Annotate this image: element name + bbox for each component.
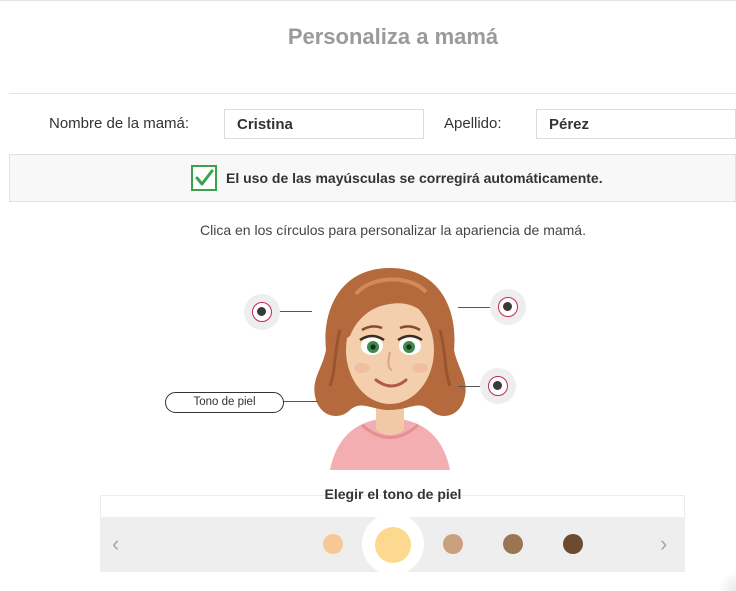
skin-swatch-4[interactable] — [503, 534, 523, 554]
skin-swatch-5[interactable] — [563, 534, 583, 554]
hotspot-dot-icon — [257, 307, 266, 316]
skin-picker-title: Elegir el tono de piel — [324, 486, 462, 502]
hotspot-ring-icon — [498, 297, 518, 317]
capitalization-notice-text: El uso de las mayúsculas se corregirá au… — [226, 170, 603, 186]
skin-tone-hotspot-label[interactable]: Tono de piel — [165, 392, 284, 413]
title-divider — [9, 93, 736, 94]
hotspot-dot-icon — [493, 381, 502, 390]
check-icon — [195, 169, 214, 186]
eyes-hotspot[interactable] — [490, 289, 526, 325]
corner-shadow — [718, 570, 736, 591]
first-name-label: Nombre de la mamá: — [49, 115, 190, 132]
mom-avatar — [314, 268, 466, 470]
chevron-right-icon[interactable]: › — [660, 531, 667, 557]
hotspot-ring-icon — [488, 376, 508, 396]
hotspot-dot-icon — [503, 302, 512, 311]
skin-swatch-2[interactable] — [375, 527, 411, 563]
capitalization-checkbox[interactable] — [191, 165, 217, 191]
instructions-text: Clica en los círculos para personalizar … — [200, 222, 586, 238]
skin-leader-line — [284, 401, 318, 402]
clothes-hotspot[interactable] — [480, 368, 516, 404]
last-name-label: Apellido: — [444, 115, 502, 132]
hair-hotspot[interactable] — [244, 294, 280, 330]
first-name-field[interactable] — [224, 109, 424, 139]
hotspot-ring-icon — [252, 302, 272, 322]
skin-swatch-1[interactable] — [323, 534, 343, 554]
skin-swatch-3[interactable] — [443, 534, 463, 554]
last-name-field[interactable] — [536, 109, 736, 139]
page-title: Personaliza a mamá — [287, 24, 499, 49]
chevron-left-icon[interactable]: ‹ — [112, 531, 119, 557]
